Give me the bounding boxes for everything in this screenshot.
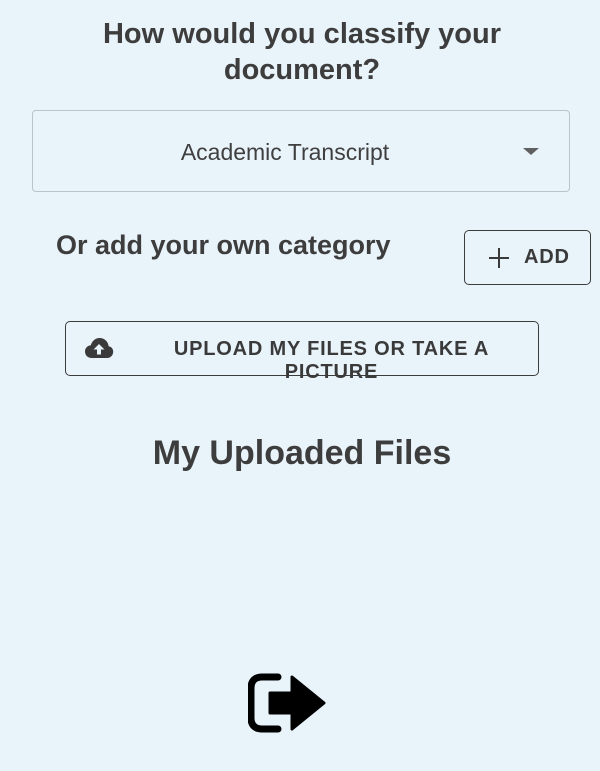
- add-button-label: ADD: [524, 246, 570, 268]
- upload-button-label: UPLOAD MY FILES OR TAKE A PICTURE: [173, 338, 490, 383]
- category-select-value: Academic Transcript: [180, 139, 390, 165]
- cloud-upload-icon: [85, 338, 114, 358]
- upload-files-button[interactable]: UPLOAD MY FILES OR TAKE A PICTURE: [65, 321, 539, 383]
- category-select[interactable]: Academic Transcript: [32, 110, 570, 192]
- sign-out-button[interactable]: [247, 671, 328, 740]
- sign-out-icon: [247, 673, 326, 733]
- uploaded-files-title: My Uploaded Files: [152, 434, 452, 472]
- chevron-down-icon: [523, 148, 539, 155]
- own-category-label: Or add your own category: [56, 230, 391, 260]
- classify-question: How would you classify your document?: [102, 18, 501, 86]
- plus-icon: [489, 248, 509, 268]
- add-category-button[interactable]: ADD: [464, 230, 591, 285]
